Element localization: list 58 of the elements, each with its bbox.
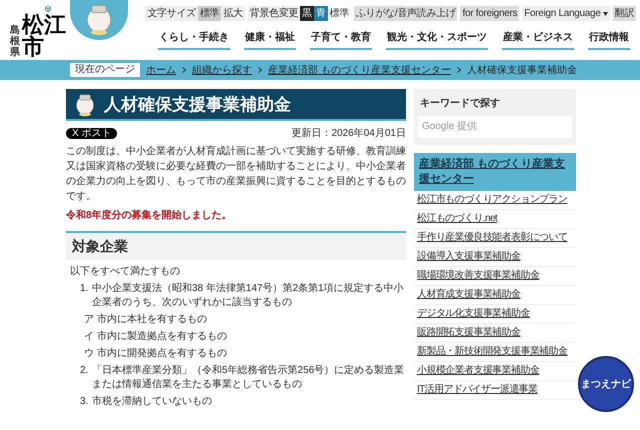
background-color-label: 背景色変更	[248, 6, 300, 21]
text-size-label: 文字サイズ	[146, 6, 197, 21]
city-logo[interactable]: 松江市	[22, 14, 70, 58]
sidebar-link[interactable]: IT活用アドバイザー派遣事業	[414, 380, 576, 400]
breadcrumb-link[interactable]: 産業経済部 ものづくり産業支援センター	[268, 62, 451, 78]
intro-paragraph: この制度は、中小企業者が人材育成計画に基づいて実施する研修、教育訓練又は国家資格の受験に必要な経費の一部を補助することにより、中小企業者の企業力の向上を図り、もって市の産業振興に資することを目的とするものです。	[66, 144, 406, 204]
breadcrumb-current: 人材確保支援事業補助金	[466, 64, 577, 78]
nav-link[interactable]: 健康・福祉	[244, 30, 296, 50]
section-lead: 以下をすべて満たすもの	[69, 264, 181, 279]
background-color-button[interactable]: 青	[314, 6, 328, 21]
updated-date: 更新日：2026年04月01日	[292, 126, 406, 141]
list-item-text: 中小企業支援法（昭和38 年法律第147号）第2条第1項に規定する中小企業者のうち、次のいずれかに該当するもの	[92, 282, 405, 310]
chevron-icon	[456, 67, 461, 73]
breadcrumb-link[interactable]: ホーム	[146, 62, 176, 78]
language-select[interactable]: Foreign Language	[522, 6, 610, 21]
list-item-text: 市税を滞納していないもの	[92, 395, 212, 409]
sidebar-link[interactable]: 手作り産業優良技能者表彰について	[414, 228, 576, 248]
nav-link[interactable]: 子育て・教育	[310, 30, 372, 50]
list-number: 1.	[80, 282, 90, 296]
sidebar-link[interactable]: 松江ものづくり.net	[414, 210, 576, 228]
translate-button[interactable]: 翻訳	[612, 6, 636, 21]
sidebar-link[interactable]: 新製品・新技術開発支援事業補助金	[414, 342, 576, 362]
list-number: 3.	[80, 395, 90, 409]
background-color-button[interactable]: 黒	[300, 6, 314, 21]
nav-link[interactable]: くらし・手続き	[158, 30, 230, 50]
sidebar-link[interactable]: デジタル化支援事業補助金	[414, 304, 576, 324]
header-button[interactable]: for foreigners	[460, 6, 520, 21]
search-title: キーワードで探す	[419, 96, 501, 111]
page-title: 人材確保支援事業補助金	[104, 96, 291, 112]
sidebar-link[interactable]: 小規模企業者支援事業補助金	[414, 362, 576, 380]
sidebar-link[interactable]: 販路開拓支援事業補助金	[414, 324, 576, 342]
sidebar-link[interactable]: 松江市ものづくりアクションプラン	[414, 190, 576, 210]
text-size-button[interactable]: 標準	[198, 6, 222, 21]
department-header[interactable]: 産業経済部 ものづくり産業支援センター	[414, 152, 576, 190]
sidebar-link[interactable]: 設備導入支援事業補助金	[414, 248, 576, 266]
search-field[interactable]: Google 提供	[418, 116, 572, 138]
current-page-label: 現在のページ	[70, 63, 140, 77]
breadcrumb-link[interactable]: 組織から探す	[192, 62, 252, 78]
prefecture-label: 島根県	[10, 25, 20, 58]
x-post-button[interactable]: X ポスト	[66, 128, 118, 139]
sidebar-link[interactable]: 職場環境改善支援事業補助金	[414, 266, 576, 286]
caret-icon	[602, 12, 608, 16]
list-item-text: 「日本標準産業分類」（令和5年総務省告示第256号）に定める製造業または情報通信業を主たる事業としているもの	[92, 364, 406, 392]
nav-link[interactable]: 産業・ビジネス	[502, 30, 574, 50]
nav-link[interactable]: 観光・文化・スポーツ	[386, 30, 488, 50]
header-button[interactable]: ふりがな/音声読み上げ	[354, 6, 458, 21]
chevron-icon	[258, 67, 262, 73]
sidebar-link[interactable]: 人材育成支援事業補助金	[414, 286, 576, 304]
nav-link[interactable]: 行政情報	[588, 30, 630, 50]
notice-text: 令和8年度分の募集を開始しました。	[66, 208, 233, 223]
list-number: 2.	[80, 364, 90, 378]
section-heading: 対象企業	[66, 231, 406, 260]
sub-item-text: ア 市内に本社を有するもの	[83, 313, 208, 327]
sub-item-text: イ 市内に製造拠点を有するもの	[83, 330, 228, 344]
background-color-button[interactable]: 標準	[328, 6, 351, 21]
matsue-navi-badge[interactable]: まつえナビ	[578, 356, 634, 412]
chevron-icon	[182, 67, 186, 73]
sub-item-text: ウ 市内に開発拠点を有するもの	[83, 347, 228, 361]
